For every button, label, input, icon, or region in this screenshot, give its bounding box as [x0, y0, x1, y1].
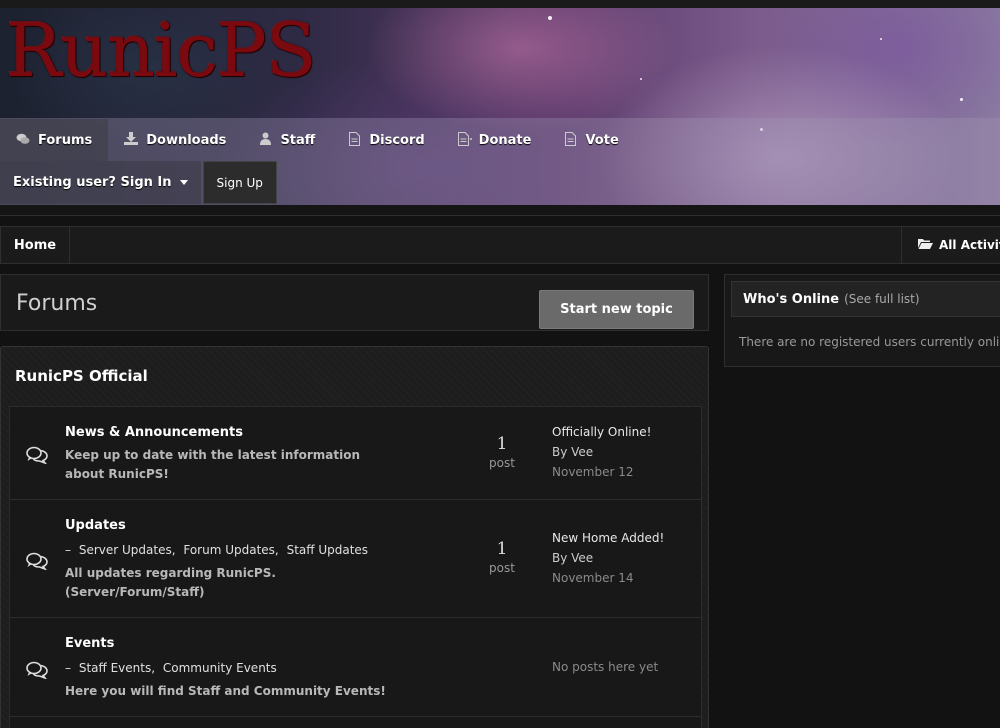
last-post-title[interactable]: Officially Online!: [552, 422, 651, 442]
forum-title[interactable]: News & Announcements: [65, 425, 243, 440]
whos-online-title: Who's Online: [743, 291, 840, 307]
page-title: Forums: [16, 291, 98, 316]
sign-up-button[interactable]: Sign Up: [202, 161, 277, 204]
post-count: 1 post: [480, 539, 524, 575]
nav-label: Staff: [280, 132, 316, 148]
comments-icon: [16, 133, 30, 148]
nav-label: Discord: [369, 132, 425, 148]
post-count-number: 1: [496, 434, 508, 454]
divider: [0, 215, 1000, 216]
post-count-label: post: [489, 456, 515, 470]
subforum-link[interactable]: Forum Updates,: [183, 543, 278, 557]
download-icon: [124, 132, 139, 148]
forum-bubbles-icon: [26, 552, 50, 572]
document-icon: [347, 131, 361, 149]
breadcrumb-home[interactable]: Home: [1, 227, 70, 263]
whos-online-header: Who's Online (See full list): [731, 281, 1000, 317]
post-count: 1 post: [480, 434, 524, 470]
nav-item-forums[interactable]: Forums: [0, 119, 109, 161]
forum-category: RunicPS Official News & Announcements Ke…: [0, 346, 709, 728]
nav-label: Downloads: [146, 132, 227, 148]
sign-in-dropdown[interactable]: Existing user? Sign In: [0, 161, 201, 204]
subforum-link[interactable]: Staff Updates: [287, 543, 368, 557]
post-count-label: post: [489, 561, 515, 575]
forum-description: All updates regarding RunicPS. (Server/F…: [65, 566, 276, 599]
subforum-list: – Server Updates, Forum Updates, Staff U…: [65, 543, 372, 557]
subforum-link[interactable]: Staff Events,: [79, 661, 155, 675]
header-strip: [0, 205, 1000, 215]
no-posts-text: No posts here yet: [552, 660, 659, 674]
document-icon: [563, 131, 577, 149]
last-post: Officially Online! By Vee November 12: [552, 422, 651, 482]
page-root: RunicPS Forums Downloads Staff Discord D…: [0, 0, 1000, 728]
subforum-link[interactable]: Community Events: [163, 661, 277, 675]
post-count-number: 1: [496, 539, 508, 559]
site-logo[interactable]: RunicPS: [6, 8, 317, 94]
last-post: New Home Added! By Vee November 14: [552, 528, 664, 588]
nav-label: Vote: [585, 132, 619, 148]
forum-bubbles-icon: [26, 661, 50, 681]
forum-description: Here you will find Staff and Community E…: [65, 684, 386, 698]
nav-item-vote[interactable]: Vote: [547, 119, 634, 161]
sign-in-label: Existing user? Sign In: [13, 175, 172, 190]
whos-online-text: There are no registered users currently …: [739, 335, 1000, 349]
last-post-title[interactable]: New Home Added!: [552, 528, 664, 548]
forum-title[interactable]: Events: [65, 636, 114, 651]
document-icon: [457, 131, 471, 149]
category-title[interactable]: RunicPS Official: [15, 367, 148, 385]
start-new-topic-button[interactable]: Start new topic: [539, 290, 694, 329]
main-nav: Forums Downloads Staff Discord Donate Vo…: [0, 119, 635, 161]
forum-list: News & Announcements Keep up to date wit…: [9, 406, 702, 728]
page-header: Forums Start new topic: [0, 274, 709, 331]
user-icon: [258, 132, 272, 148]
all-activity-link[interactable]: All Activity: [901, 227, 1000, 263]
subforum-prefix: –: [65, 543, 71, 557]
forum-row-news: News & Announcements Keep up to date wit…: [10, 407, 701, 500]
nav-item-staff[interactable]: Staff: [242, 119, 331, 161]
last-post-date: November 12: [552, 465, 634, 479]
nav-label: Forums: [38, 132, 93, 148]
subforum-prefix: –: [65, 661, 71, 675]
subforum-list: – Staff Events, Community Events: [65, 661, 281, 675]
forum-row-updates: Updates – Server Updates, Forum Updates,…: [10, 500, 701, 618]
forum-title[interactable]: Updates: [65, 518, 126, 533]
user-bar: Existing user? Sign In Sign Up: [0, 161, 277, 204]
nav-item-donate[interactable]: Donate: [441, 119, 548, 161]
forum-row-events: Events – Staff Events, Community Events …: [10, 618, 701, 717]
top-bar: [0, 0, 1000, 8]
see-full-list-link[interactable]: (See full list): [844, 292, 920, 306]
all-activity-label: All Activity: [939, 238, 1000, 252]
nav-item-discord[interactable]: Discord: [331, 119, 440, 161]
caret-down-icon: [179, 180, 188, 185]
whos-online-widget: Who's Online (See full list) There are n…: [724, 274, 1000, 367]
last-post-author[interactable]: By Vee: [552, 548, 664, 568]
forum-bubbles-icon: [26, 446, 50, 466]
breadcrumb: Home All Activity: [0, 226, 1000, 264]
subforum-link[interactable]: Server Updates,: [79, 543, 176, 557]
forum-description: Keep up to date with the latest informat…: [65, 448, 361, 481]
last-post-author[interactable]: By Vee: [552, 442, 651, 462]
last-post-date: November 14: [552, 571, 634, 585]
nav-item-downloads[interactable]: Downloads: [108, 119, 242, 161]
folder-open-icon: [918, 238, 933, 252]
nav-label: Donate: [478, 132, 532, 148]
